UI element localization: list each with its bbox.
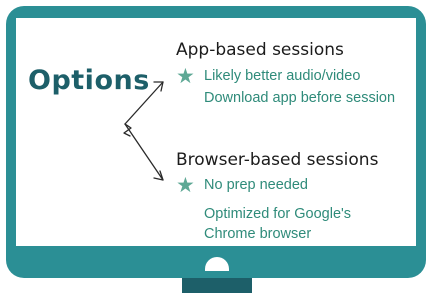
app-bullet-download: Download app before session — [204, 90, 396, 106]
app-bullet-audio-video: Likely better audio/video — [204, 68, 361, 84]
browser-bullet-chrome: Chrome browser — [204, 226, 312, 242]
monitor-stand-base — [182, 278, 252, 293]
browser-sessions-heading: Browser-based sessions — [176, 150, 379, 170]
star-icon: ★ — [176, 173, 195, 197]
star-icon: ★ — [176, 64, 195, 88]
app-sessions-heading: App-based sessions — [176, 40, 344, 60]
browser-bullet-no-prep: No prep needed — [204, 177, 308, 193]
options-title: Options — [28, 65, 150, 96]
browser-bullet-optimized: Optimized for Google's — [204, 206, 352, 222]
